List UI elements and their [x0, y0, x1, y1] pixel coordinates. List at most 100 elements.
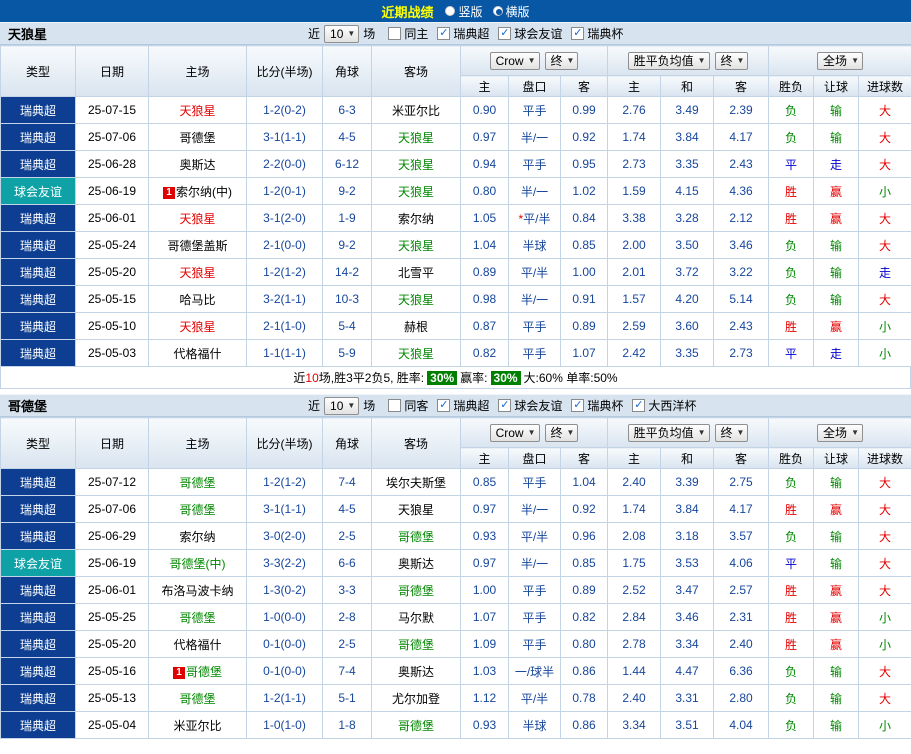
away-team-cell: 赫根 [371, 312, 461, 340]
result-goals-cell: 大 [858, 150, 911, 178]
result-goals-cell: 小 [858, 177, 911, 205]
team-label: 尤尔加登 [391, 691, 440, 706]
col-header-away: 客场 [371, 417, 461, 469]
filter-checkbox[interactable]: ✓ 瑞典杯 [571, 397, 623, 414]
filter-checkbox[interactable]: 同主 [388, 25, 428, 42]
recent-count-select[interactable]: 10 ▼ [324, 24, 360, 43]
team-label: 奥斯达 [397, 556, 434, 571]
result-wdl-cell: 胜 [768, 495, 815, 523]
title-bar: 近期战绩 竖版 横版 [0, 0, 911, 22]
team-label: 哥德堡 [179, 130, 216, 145]
recent-count-select[interactable]: 10 ▼ [324, 396, 360, 415]
mean-draw-cell: 3.60 [660, 312, 715, 340]
filter-checkbox[interactable]: ✓ 球会友谊 [498, 25, 562, 42]
result-goals-cell: 大 [858, 657, 911, 685]
result-wdl-cell: 胜 [768, 312, 815, 340]
filter-checkbox[interactable]: ✓ 瑞典杯 [571, 25, 623, 42]
col-header-corner: 角球 [322, 417, 372, 469]
mean-away-cell: 4.04 [713, 711, 770, 739]
mean-away-cell: 3.57 [713, 522, 770, 550]
filter-checkbox[interactable]: ✓ 瑞典超 [437, 397, 489, 414]
team-label: 天狼星 [397, 346, 434, 361]
mean-away-cell: 6.36 [713, 657, 770, 685]
col-header-home: 主场 [148, 45, 247, 97]
team-label: 马尔默 [397, 610, 434, 625]
team-label: 天狼星 [179, 265, 216, 280]
filter-checkbox[interactable]: 同客 [388, 397, 428, 414]
match-row: 瑞典超 25-05-24 哥德堡盖斯 2-1(0-0) 9-2 天狼星 1.04 半球 0.85… [0, 231, 911, 259]
odds-away-cell: 1.00 [559, 258, 609, 286]
mean-draw-cell: 3.51 [660, 711, 715, 739]
corner-cell: 2-8 [322, 603, 372, 631]
layout-radio-option[interactable]: 竖版 [445, 3, 483, 20]
corner-cell: 2-5 [322, 630, 372, 658]
result-header-group: 全场 ▼ [768, 45, 911, 76]
filter-checkbox-label: 瑞典杯 [587, 27, 624, 41]
select-value: 终 [720, 426, 733, 440]
mean-odds-select[interactable]: 胜平负均值 ▼ [627, 51, 710, 70]
scope-select[interactable]: 全场 ▼ [817, 51, 863, 70]
odds-home-cell: 1.12 [460, 684, 509, 712]
home-team-cell: 哥德堡 [148, 684, 247, 712]
date-cell: 25-07-12 [75, 468, 149, 496]
team-label: 埃尔夫斯堡 [385, 475, 446, 490]
result-goals-cell: 大 [858, 495, 911, 523]
score-cell: 1-2(1-2) [246, 468, 323, 496]
odds-stage-select[interactable]: 终 ▼ [544, 423, 579, 442]
home-team-cell: 天狼星 [148, 204, 247, 232]
check-icon: ✓ [498, 27, 512, 40]
summary-text: 赢率: [460, 371, 488, 385]
score-cell: 0-1(0-0) [246, 630, 323, 658]
league-type-cell: 瑞典超 [0, 204, 76, 232]
odds-away-cell: 0.95 [559, 150, 609, 178]
filter-checkbox[interactable]: ✓ 瑞典超 [437, 25, 489, 42]
home-team-cell: 1 索尔纳(中) [148, 177, 247, 205]
sub-header-odds-home: 主 [460, 75, 509, 97]
away-team-cell: 米亚尔比 [371, 96, 461, 124]
handicap-line-cell: 平/半 [508, 522, 561, 550]
col-header-date: 日期 [75, 417, 149, 469]
select-value: 10 [330, 398, 344, 413]
layout-radio-option[interactable]: 横版 [492, 3, 530, 20]
mean-draw-cell: 3.39 [660, 468, 715, 496]
mean-draw-cell: 3.47 [660, 576, 715, 604]
select-value: 胜平负均值 [633, 54, 694, 68]
result-wdl-cell: 负 [768, 258, 815, 286]
odds-stage-select[interactable]: 终 ▼ [544, 51, 579, 70]
chevron-down-icon: ▼ [697, 56, 706, 65]
match-row: 瑞典超 25-05-20 天狼星 1-2(1-2) 14-2 北雪平 0.89 平/半 1.00… [0, 258, 911, 286]
bookmaker-select[interactable]: Crow ▼ [489, 51, 540, 70]
date-cell: 25-07-15 [75, 96, 149, 124]
result-wdl-cell: 负 [768, 684, 815, 712]
mean-home-cell: 2.76 [607, 96, 662, 124]
result-goals-cell: 大 [858, 231, 911, 259]
match-row: 球会友谊 25-06-19 1 索尔纳(中) 1-2(0-1) 9-2 天狼星 0.80 半/一… [0, 177, 911, 205]
date-cell: 25-06-01 [75, 204, 149, 232]
odds-home-cell: 0.97 [460, 123, 509, 151]
filter-checkbox[interactable]: ✓ 大西洋杯 [632, 397, 696, 414]
handicap-line-cell: 平手 [508, 468, 561, 496]
mean-odds-select[interactable]: 胜平负均值 ▼ [627, 423, 710, 442]
scope-select[interactable]: 全场 ▼ [817, 423, 863, 442]
match-row: 瑞典超 25-05-03 代格福什 1-1(1-1) 5-9 天狼星 0.82 平手 1.07 2… [0, 339, 911, 367]
odds-away-cell: 0.86 [559, 711, 609, 739]
league-filter-checkboxes: 同客 ✓ 瑞典超 ✓ 球会友谊 ✓ 瑞典杯 ✓ 大西洋杯 [379, 397, 696, 414]
result-wdl-cell: 胜 [768, 204, 815, 232]
score-cell: 2-2(0-0) [246, 150, 323, 178]
score-cell: 1-2(1-2) [246, 258, 323, 286]
sub-header-mean-draw: 和 [660, 447, 715, 469]
away-team-cell: 天狼星 [371, 495, 461, 523]
check-icon: ✓ [498, 399, 512, 412]
sub-header-mean-draw: 和 [660, 75, 715, 97]
filter-checkbox-label: 球会友谊 [514, 399, 563, 413]
filter-checkbox[interactable]: ✓ 球会友谊 [498, 397, 562, 414]
mean-away-cell: 4.06 [713, 549, 770, 577]
chevron-down-icon: ▼ [851, 56, 859, 65]
bookmaker-select[interactable]: Crow ▼ [489, 423, 540, 442]
away-team-cell: 埃尔夫斯堡 [371, 468, 461, 496]
filter-checkbox-label: 大西洋杯 [648, 399, 697, 413]
mean-stage-select[interactable]: 终 ▼ [714, 423, 749, 442]
mean-stage-select[interactable]: 终 ▼ [714, 51, 749, 70]
odds-home-cell: 1.04 [460, 231, 509, 259]
result-goals-cell: 大 [858, 285, 911, 313]
